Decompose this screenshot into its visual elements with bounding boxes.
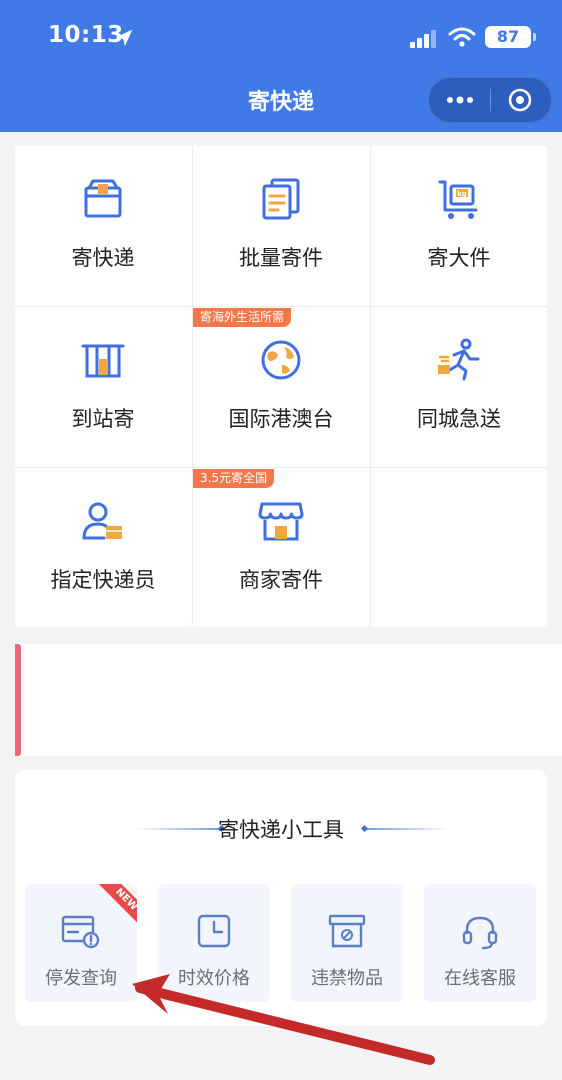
title-decoration-right bbox=[360, 825, 451, 833]
service-label: 批量寄件 bbox=[239, 246, 323, 270]
service-designated-courier[interactable]: 指定快递员 bbox=[15, 468, 191, 627]
svg-text:kg: kg bbox=[457, 190, 467, 198]
station-icon bbox=[81, 344, 125, 378]
service-label: 同城急送 bbox=[417, 407, 501, 431]
suspension-query-icon bbox=[61, 915, 100, 949]
package-box-icon bbox=[84, 179, 122, 218]
service-label: 到站寄 bbox=[71, 407, 135, 431]
close-target-icon[interactable] bbox=[507, 87, 533, 113]
miniprogram-capsule bbox=[428, 77, 552, 123]
promo-badge: 寄海外生活所需 bbox=[193, 308, 292, 327]
service-same-city[interactable]: 同城急送 bbox=[371, 307, 547, 466]
batch-documents-icon bbox=[262, 178, 300, 220]
location-arrow-icon bbox=[115, 29, 133, 47]
grid-divider bbox=[15, 306, 547, 307]
clock-icon bbox=[197, 914, 231, 948]
grid-divider bbox=[192, 146, 193, 622]
storefront-icon bbox=[258, 502, 304, 541]
service-station-send[interactable]: 到站寄 bbox=[15, 307, 191, 466]
runner-icon bbox=[438, 338, 480, 381]
tools-title: 寄快递小工具 bbox=[218, 818, 344, 842]
service-label: 国际港澳台 bbox=[228, 407, 334, 431]
capsule-divider bbox=[490, 89, 491, 111]
service-empty-cell bbox=[371, 468, 547, 627]
battery-tip bbox=[533, 33, 536, 41]
wifi-icon bbox=[448, 27, 476, 47]
globe-icon bbox=[261, 340, 301, 380]
tool-label: 在线客服 bbox=[444, 968, 516, 989]
banner-accent bbox=[15, 644, 21, 756]
service-label: 寄快递 bbox=[71, 246, 135, 270]
service-international[interactable]: 国际港澳台 bbox=[193, 307, 369, 466]
service-send-express[interactable]: 寄快递 bbox=[15, 146, 191, 305]
service-label: 指定快递员 bbox=[50, 568, 156, 592]
service-large-item[interactable]: kg 寄大件 bbox=[371, 146, 547, 305]
tool-online-service[interactable]: 在线客服 bbox=[424, 884, 536, 1002]
more-dots-icon[interactable] bbox=[443, 88, 477, 112]
courier-person-icon bbox=[82, 502, 122, 540]
service-label: 寄大件 bbox=[427, 246, 491, 270]
cellular-signal-icon bbox=[410, 30, 436, 48]
promo-badge: 3.5元寄全国 bbox=[193, 469, 275, 488]
header-bar: 10:13 87 寄快递 bbox=[0, 0, 562, 132]
banner-area[interactable] bbox=[15, 644, 562, 756]
prohibited-box-icon bbox=[328, 914, 366, 948]
cart-kg-icon: kg bbox=[438, 180, 478, 219]
service-grid: 寄快递 批量寄件 kg 寄大件 到站寄 国际港澳台 同城急送 指定快递员 商家寄… bbox=[15, 146, 547, 627]
service-label: 商家寄件 bbox=[239, 568, 323, 592]
annotation-arrow-icon bbox=[132, 974, 435, 1065]
grid-divider bbox=[370, 146, 371, 622]
battery-level: 87 bbox=[485, 26, 531, 48]
headset-icon bbox=[462, 916, 498, 950]
grid-divider bbox=[15, 467, 547, 468]
service-batch-send[interactable]: 批量寄件 bbox=[193, 146, 369, 305]
service-merchant-send[interactable]: 商家寄件 bbox=[193, 468, 369, 627]
